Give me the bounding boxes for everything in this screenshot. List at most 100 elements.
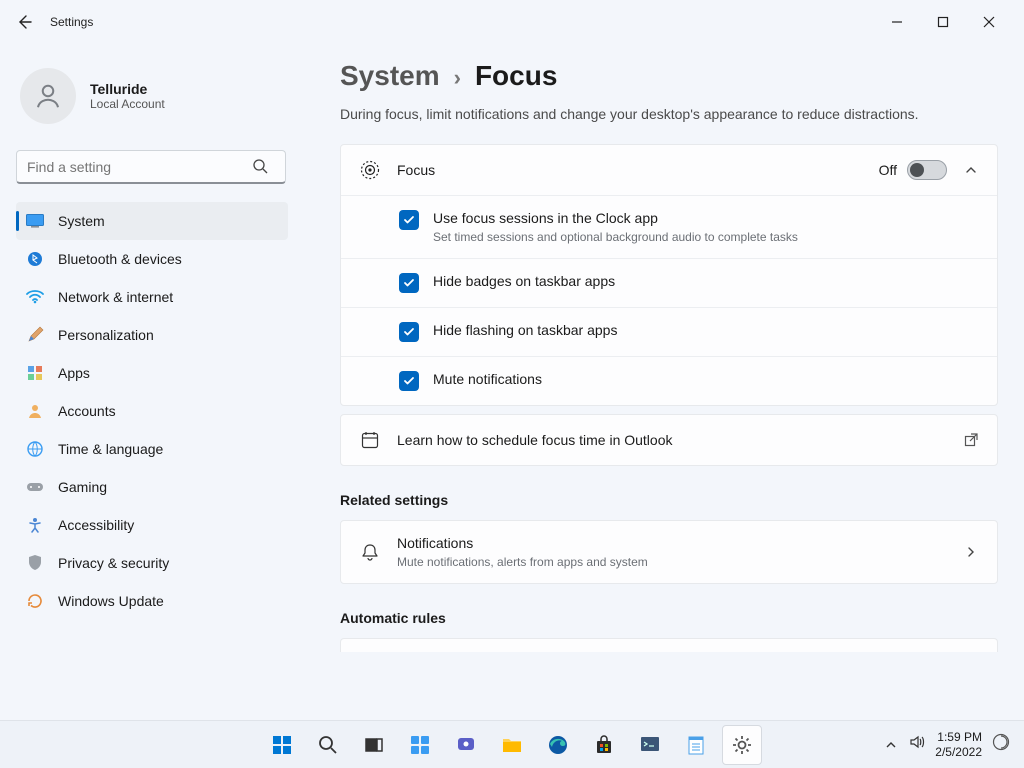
shield-icon bbox=[26, 554, 44, 572]
focus-title: Focus bbox=[397, 162, 435, 178]
bluetooth-icon bbox=[26, 250, 44, 268]
chat[interactable] bbox=[446, 725, 486, 765]
notepad[interactable] bbox=[676, 725, 716, 765]
file-explorer[interactable] bbox=[492, 725, 532, 765]
volume-icon[interactable] bbox=[909, 734, 925, 755]
sidebar-item-privacy[interactable]: Privacy & security bbox=[16, 544, 288, 582]
sidebar-item-label: Windows Update bbox=[58, 593, 164, 609]
paintbrush-icon bbox=[26, 326, 44, 344]
settings-app[interactable] bbox=[722, 725, 762, 765]
chevron-right-icon bbox=[963, 544, 979, 560]
sidebar-item-label: Accessibility bbox=[58, 517, 134, 533]
chat-icon bbox=[456, 735, 476, 755]
sidebar-item-personalization[interactable]: Personalization bbox=[16, 316, 288, 354]
related-heading: Related settings bbox=[340, 492, 998, 508]
notification-center[interactable] bbox=[992, 733, 1010, 756]
sidebar-item-label: Gaming bbox=[58, 479, 107, 495]
search-box bbox=[16, 150, 288, 184]
learn-outlook-card[interactable]: Learn how to schedule focus time in Outl… bbox=[340, 414, 998, 466]
taskbar: 1:59 PM 2/5/2022 bbox=[0, 720, 1024, 768]
breadcrumb-root[interactable]: System bbox=[340, 60, 440, 92]
focus-option-flashing[interactable]: Hide flashing on taskbar apps bbox=[341, 307, 997, 356]
taskbar-search[interactable] bbox=[308, 725, 348, 765]
checkbox[interactable] bbox=[399, 371, 419, 391]
automatic-card-partial bbox=[340, 638, 998, 652]
sidebar-item-label: Privacy & security bbox=[58, 555, 169, 571]
maximize-icon bbox=[937, 16, 949, 28]
edge[interactable] bbox=[538, 725, 578, 765]
chevron-up-icon bbox=[885, 739, 897, 751]
main-content: System › Focus During focus, limit notif… bbox=[300, 44, 1024, 720]
wifi-icon bbox=[26, 288, 44, 306]
clock[interactable]: 1:59 PM 2/5/2022 bbox=[935, 730, 982, 759]
sidebar-item-accessibility[interactable]: Accessibility bbox=[16, 506, 288, 544]
option-sublabel: Set timed sessions and optional backgrou… bbox=[433, 230, 798, 244]
sidebar-item-windows-update[interactable]: Windows Update bbox=[16, 582, 288, 620]
focus-option-badges[interactable]: Hide badges on taskbar apps bbox=[341, 258, 997, 307]
widgets-icon bbox=[409, 734, 431, 756]
toggle-switch[interactable] bbox=[907, 160, 947, 180]
nav-list: System Bluetooth & devices Network & int… bbox=[16, 202, 288, 620]
minimize-button[interactable] bbox=[874, 0, 920, 44]
check-icon bbox=[403, 214, 415, 226]
task-view-icon bbox=[364, 735, 384, 755]
globe-icon bbox=[26, 440, 44, 458]
window-title: Settings bbox=[50, 15, 93, 29]
breadcrumb-leaf: Focus bbox=[475, 60, 557, 92]
automatic-heading: Automatic rules bbox=[340, 610, 998, 626]
sidebar-item-gaming[interactable]: Gaming bbox=[16, 468, 288, 506]
account-name: Telluride bbox=[90, 81, 165, 97]
accessibility-icon bbox=[26, 516, 44, 534]
tray-date: 2/5/2022 bbox=[935, 745, 982, 759]
sidebar-item-label: Personalization bbox=[58, 327, 154, 343]
learn-label: Learn how to schedule focus time in Outl… bbox=[397, 432, 673, 448]
gaming-icon bbox=[26, 478, 44, 496]
checkbox[interactable] bbox=[399, 322, 419, 342]
task-view[interactable] bbox=[354, 725, 394, 765]
check-icon bbox=[403, 326, 415, 338]
notification-icon bbox=[992, 733, 1010, 751]
sidebar-item-bluetooth[interactable]: Bluetooth & devices bbox=[16, 240, 288, 278]
taskbar-center bbox=[262, 725, 762, 765]
tray-overflow[interactable] bbox=[885, 738, 899, 752]
search-input[interactable] bbox=[16, 150, 286, 184]
focus-option-mute[interactable]: Mute notifications bbox=[341, 356, 997, 405]
checkbox[interactable] bbox=[399, 273, 419, 293]
checkbox[interactable] bbox=[399, 210, 419, 230]
store-icon bbox=[594, 735, 614, 755]
sidebar-item-system[interactable]: System bbox=[16, 202, 288, 240]
account-block[interactable]: Telluride Local Account bbox=[16, 60, 288, 132]
widgets[interactable] bbox=[400, 725, 440, 765]
sidebar-item-label: Network & internet bbox=[58, 289, 173, 305]
start-button[interactable] bbox=[262, 725, 302, 765]
system-icon bbox=[26, 212, 44, 230]
breadcrumb: System › Focus bbox=[340, 60, 998, 92]
option-label: Hide flashing on taskbar apps bbox=[433, 322, 617, 338]
close-button[interactable] bbox=[966, 0, 1012, 44]
notifications-title: Notifications bbox=[397, 535, 648, 551]
expand-toggle[interactable] bbox=[963, 162, 979, 178]
sidebar-item-label: Bluetooth & devices bbox=[58, 251, 182, 267]
sidebar-item-label: Time & language bbox=[58, 441, 163, 457]
focus-header-row[interactable]: Focus Off bbox=[341, 145, 997, 195]
focus-toggle[interactable]: Off bbox=[879, 160, 947, 180]
maximize-button[interactable] bbox=[920, 0, 966, 44]
sidebar-item-network[interactable]: Network & internet bbox=[16, 278, 288, 316]
store[interactable] bbox=[584, 725, 624, 765]
focus-option-clock[interactable]: Use focus sessions in the Clock app Set … bbox=[341, 195, 997, 258]
person-icon bbox=[33, 81, 63, 111]
notifications-card[interactable]: Notifications Mute notifications, alerts… bbox=[340, 520, 998, 584]
tray-time: 1:59 PM bbox=[935, 730, 982, 744]
sidebar-item-apps[interactable]: Apps bbox=[16, 354, 288, 392]
titlebar: Settings bbox=[0, 0, 1024, 44]
gear-icon bbox=[731, 734, 753, 756]
sidebar-item-label: System bbox=[58, 213, 105, 229]
back-button[interactable] bbox=[12, 10, 36, 34]
terminal-icon bbox=[640, 736, 660, 754]
sidebar-item-time-language[interactable]: Time & language bbox=[16, 430, 288, 468]
sidebar-item-accounts[interactable]: Accounts bbox=[16, 392, 288, 430]
apps-icon bbox=[26, 364, 44, 382]
terminal[interactable] bbox=[630, 725, 670, 765]
edge-icon bbox=[547, 734, 569, 756]
check-icon bbox=[403, 375, 415, 387]
